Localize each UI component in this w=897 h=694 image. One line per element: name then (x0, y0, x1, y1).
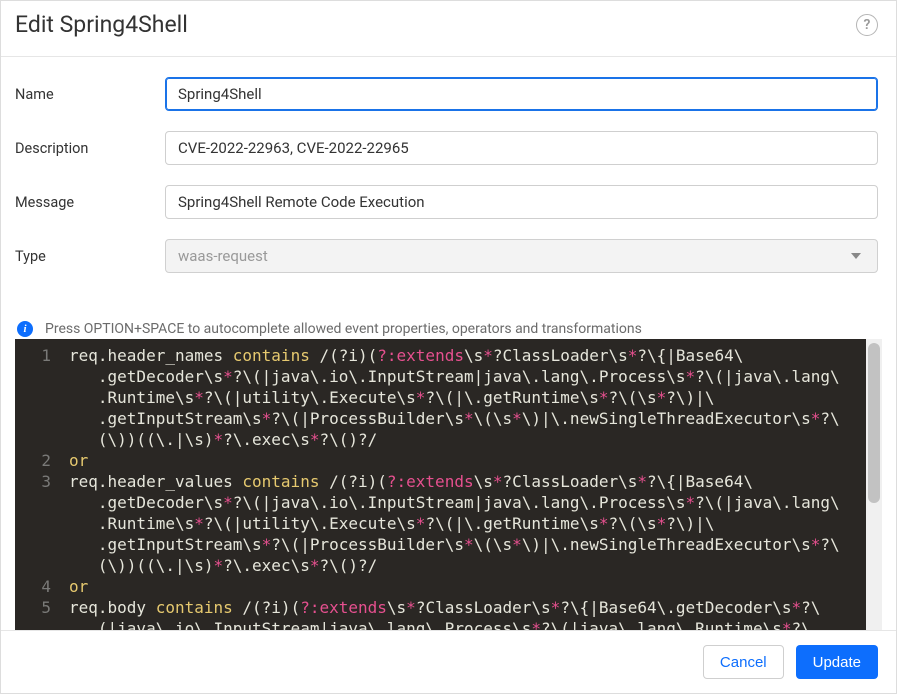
select-type[interactable]: waas-request (165, 239, 878, 273)
row-description: Description (15, 131, 878, 165)
cancel-button[interactable]: Cancel (703, 645, 784, 679)
input-description[interactable] (165, 131, 878, 165)
input-message[interactable] (165, 185, 878, 219)
hint-text: Press OPTION+SPACE to autocomplete allow… (45, 321, 642, 337)
help-icon[interactable]: ? (856, 14, 878, 36)
label-description: Description (15, 140, 165, 157)
input-name[interactable] (165, 77, 878, 111)
rule-editor[interactable]: 12345 req.header_names contains /(?i)(?:… (15, 339, 882, 630)
autocomplete-hint: i Press OPTION+SPACE to autocomplete all… (15, 321, 878, 337)
row-message: Message (15, 185, 878, 219)
row-type: Type waas-request (15, 239, 878, 273)
label-name: Name (15, 86, 165, 103)
label-type: Type (15, 248, 165, 265)
editor-scrollbar[interactable] (866, 339, 882, 630)
editor-code[interactable]: req.header_names contains /(?i)(?:extend… (61, 339, 882, 630)
select-type-value: waas-request (178, 247, 268, 265)
editor-scrollbar-thumb[interactable] (868, 343, 880, 503)
edit-rule-modal: Edit Spring4Shell ? Name Description Mes… (0, 0, 897, 694)
chevron-down-icon (851, 253, 861, 259)
editor-gutter: 12345 (15, 339, 61, 630)
modal-header: Edit Spring4Shell ? (1, 1, 896, 57)
modal-title: Edit Spring4Shell (15, 11, 188, 38)
modal-body: Name Description Message Type waas-reque… (1, 57, 896, 630)
row-name: Name (15, 77, 878, 111)
update-button[interactable]: Update (796, 645, 878, 679)
info-icon: i (17, 321, 33, 337)
label-message: Message (15, 194, 165, 211)
modal-footer: Cancel Update (1, 630, 896, 693)
